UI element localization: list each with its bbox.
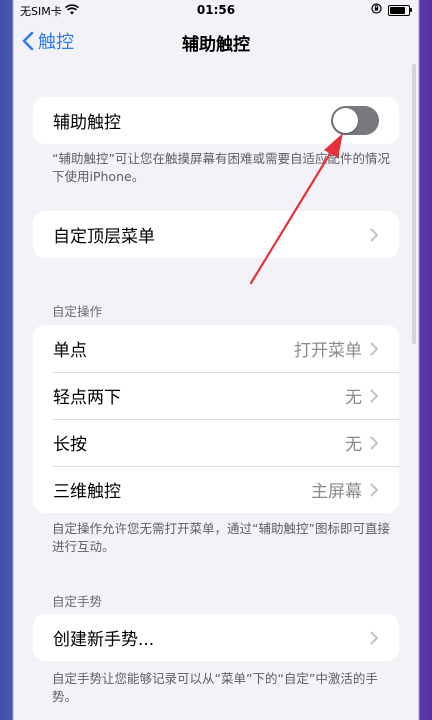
- page-title: 辅助触控: [182, 35, 250, 55]
- status-bar: 无SIM卡 01:56: [14, 0, 418, 20]
- custom-gestures-header: 自定手势: [52, 594, 103, 609]
- orientation-lock-icon: [371, 3, 382, 17]
- custom-gestures-group: 创建新手势...: [33, 614, 399, 661]
- chevron-right-icon: [370, 342, 378, 355]
- create-gesture-label: 创建新手势...: [53, 630, 155, 650]
- customize-top-menu-row[interactable]: 自定顶层菜单: [33, 211, 399, 258]
- action-row-double-tap[interactable]: 轻点两下 无: [33, 372, 399, 419]
- chevron-right-icon: [370, 631, 378, 644]
- assistive-touch-row: 辅助触控: [33, 97, 399, 144]
- action-value: 打开菜单: [294, 341, 362, 361]
- customize-top-menu-label: 自定顶层菜单: [53, 227, 155, 247]
- scrollbar[interactable]: [412, 64, 416, 344]
- battery-icon: [388, 4, 412, 16]
- chevron-right-icon: [370, 436, 378, 449]
- custom-actions-group: 单点 打开菜单 轻点两下 无 长按 无 三维触控 主屏幕: [33, 325, 399, 513]
- action-label: 三维触控: [53, 482, 121, 502]
- action-value: 无: [345, 388, 362, 408]
- battery-level: [390, 6, 405, 14]
- action-label: 长按: [53, 435, 87, 455]
- action-row-3d-touch[interactable]: 三维触控 主屏幕: [33, 466, 399, 513]
- chevron-right-icon: [370, 483, 378, 496]
- assistive-touch-toggle[interactable]: [331, 106, 379, 135]
- assistive-touch-group: 辅助触控: [33, 97, 399, 144]
- action-value: 无: [345, 435, 362, 455]
- chevron-right-icon: [370, 389, 378, 402]
- custom-actions-footnote: 自定操作允许您无需打开菜单，通过“辅助触控”图标即可直接进行互动。: [52, 521, 390, 554]
- status-time: 01:56: [196, 3, 236, 17]
- custom-actions-header: 自定操作: [52, 304, 103, 319]
- action-label: 轻点两下: [53, 388, 121, 408]
- assistive-touch-label: 辅助触控: [53, 113, 121, 133]
- action-label: 单点: [53, 341, 87, 361]
- custom-gestures-footnote: 自定手势让您能够记录可以从“菜单”下的“自定”中激活的手势。: [52, 671, 378, 704]
- top-menu-group: 自定顶层菜单: [33, 211, 399, 258]
- navigation-bar: 触控 辅助触控: [14, 22, 418, 60]
- action-value: 主屏幕: [311, 482, 362, 502]
- settings-screen: 无SIM卡 01:56 触控 辅助触控 辅助触控 “辅助触控”可让您在触摸屏幕有…: [14, 0, 418, 720]
- status-right: [371, 3, 412, 17]
- assistive-touch-footnote: “辅助触控”可让您在触摸屏幕有困难或需要自适应配件的情况下使用iPhone。: [52, 151, 390, 184]
- chevron-right-icon: [370, 228, 378, 241]
- create-gesture-row[interactable]: 创建新手势...: [33, 614, 399, 661]
- action-row-long-press[interactable]: 长按 无: [33, 419, 399, 466]
- toggle-knob: [333, 108, 358, 133]
- action-row-single-tap[interactable]: 单点 打开菜单: [33, 325, 399, 372]
